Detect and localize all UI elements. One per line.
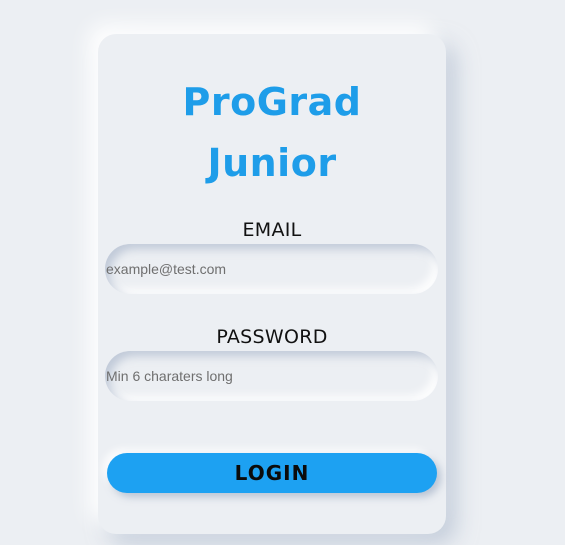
email-field-container — [105, 244, 438, 294]
login-card: ProGrad Junior EMAIL PASSWORD LOGIN — [98, 34, 446, 534]
password-label: PASSWORD — [216, 326, 328, 348]
password-field-container — [105, 351, 438, 401]
app-title-line1: ProGrad — [182, 80, 362, 124]
password-field[interactable] — [106, 368, 438, 384]
email-field[interactable] — [106, 261, 438, 277]
app-title-line2: Junior — [207, 141, 337, 185]
login-button[interactable]: LOGIN — [107, 453, 437, 493]
app-title: ProGrad Junior — [98, 72, 446, 194]
email-label: EMAIL — [242, 219, 302, 241]
